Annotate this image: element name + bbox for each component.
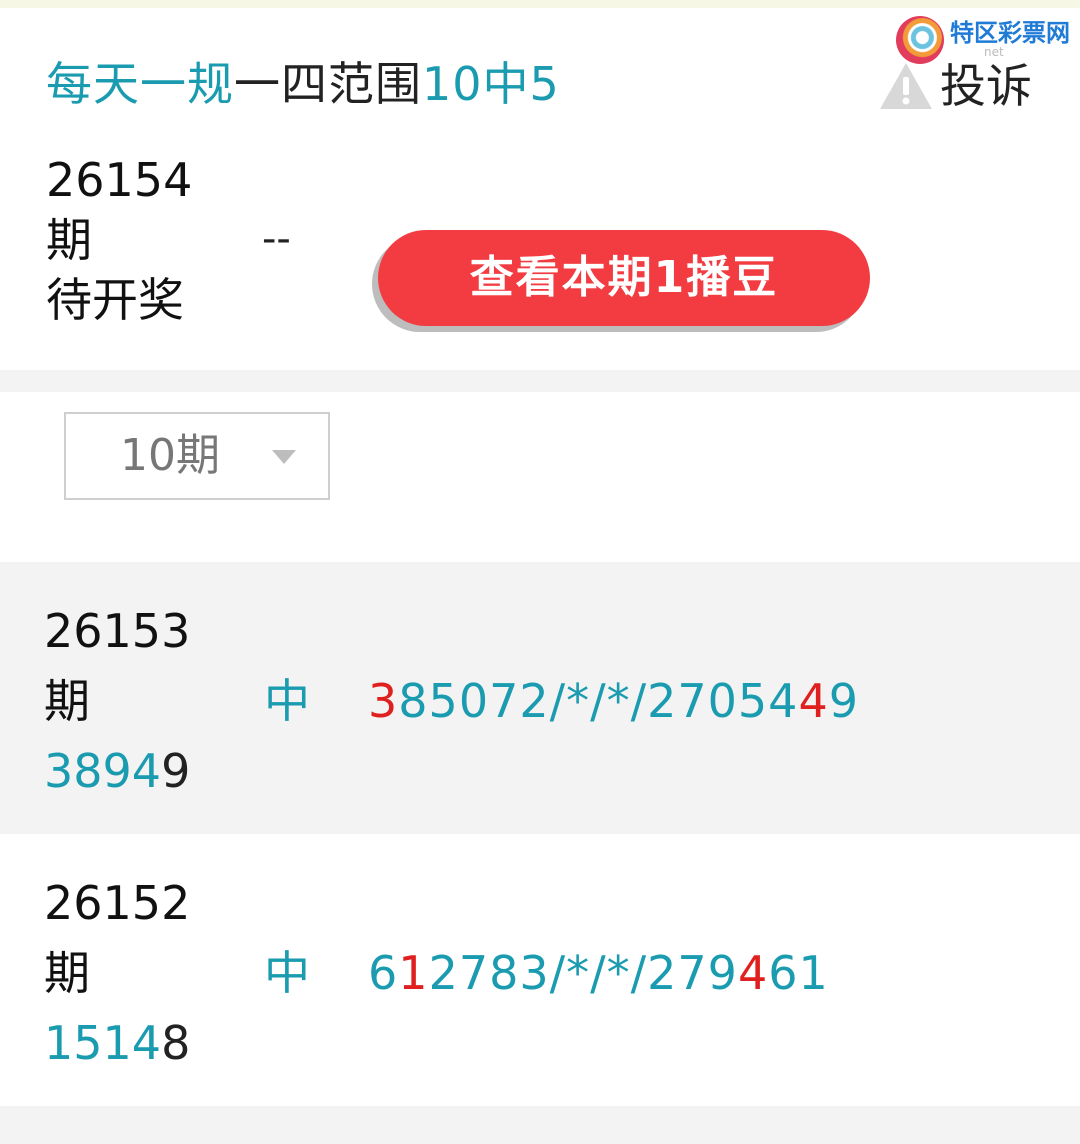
logo-text: 特区彩票网 — [950, 19, 1070, 47]
dropdown-arrow-icon — [272, 450, 296, 464]
title-part-3: 10中5 — [422, 57, 560, 111]
draw-result: 38949 — [44, 736, 190, 806]
draw-result-dark: 9 — [161, 744, 191, 798]
complain-button[interactable]: 投诉 — [878, 56, 1032, 116]
prediction-segment: 4 — [798, 674, 829, 728]
row-period-suffix: 期 — [44, 946, 90, 1000]
prediction-numbers: 385072/*/*/2705449 — [368, 666, 859, 736]
prediction-segment: 2783/*/*/279 — [428, 946, 738, 1000]
draw-result-dark: 8 — [161, 1016, 191, 1070]
prediction-segment: 3 — [368, 674, 399, 728]
history-row: 26152 期 15148 中 612783/*/*/279461 — [0, 834, 1080, 1106]
prediction-segment: 6 — [368, 946, 399, 1000]
row-period: 26152 期 15148 — [44, 868, 190, 1078]
current-period-number: 26154 — [46, 153, 193, 207]
prediction-segment: 9 — [828, 674, 860, 728]
title-part-2: 一四范围 — [234, 57, 422, 111]
draw-result: 15148 — [44, 1008, 190, 1078]
row-period: 26153 期 38949 — [44, 596, 190, 806]
complain-label: 投诉 — [940, 59, 1032, 113]
hit-status: 中 — [264, 674, 310, 728]
prediction-segment: 85072/*/*/27054 — [398, 674, 799, 728]
history-row: 26153 期 38949 中 385072/*/*/2705449 — [0, 562, 1080, 834]
row-period-number: 26153 — [44, 604, 191, 658]
prediction-segment: 61 — [768, 946, 829, 1000]
title-part-1: 每天一规 — [46, 57, 234, 111]
prediction-segment: 1 — [398, 946, 429, 1000]
draw-result-teal: 1514 — [44, 1016, 162, 1070]
period-selector-section: 10期 — [0, 392, 1080, 562]
current-result-placeholder: -- — [262, 216, 291, 262]
row-period-suffix: 期 — [44, 674, 90, 728]
bottom-strip — [0, 1106, 1080, 1144]
current-period-status: 待开奖 — [46, 273, 184, 327]
page-title: 每天一规一四范围10中5 — [46, 54, 560, 114]
draw-result-teal: 3894 — [44, 744, 162, 798]
current-period: 26154 期 待开奖 — [46, 150, 192, 330]
current-period-suffix: 期 — [46, 213, 92, 267]
view-current-button[interactable]: 查看本期1播豆 — [378, 230, 870, 326]
prediction-segment: 4 — [737, 946, 769, 1000]
page: 每天一规一四范围10中5 特区彩票网 net 投诉 26154 期 待开奖 --… — [0, 0, 1080, 1144]
hit-status: 中 — [264, 946, 310, 1000]
prediction-numbers: 612783/*/*/279461 — [368, 938, 829, 1008]
period-count-value: 10期 — [120, 430, 220, 481]
header-card: 每天一规一四范围10中5 特区彩票网 net 投诉 26154 期 待开奖 --… — [0, 8, 1080, 370]
row-period-number: 26152 — [44, 876, 191, 930]
warning-icon — [878, 61, 934, 111]
period-count-select[interactable]: 10期 — [64, 412, 330, 500]
top-strip — [0, 0, 1080, 8]
